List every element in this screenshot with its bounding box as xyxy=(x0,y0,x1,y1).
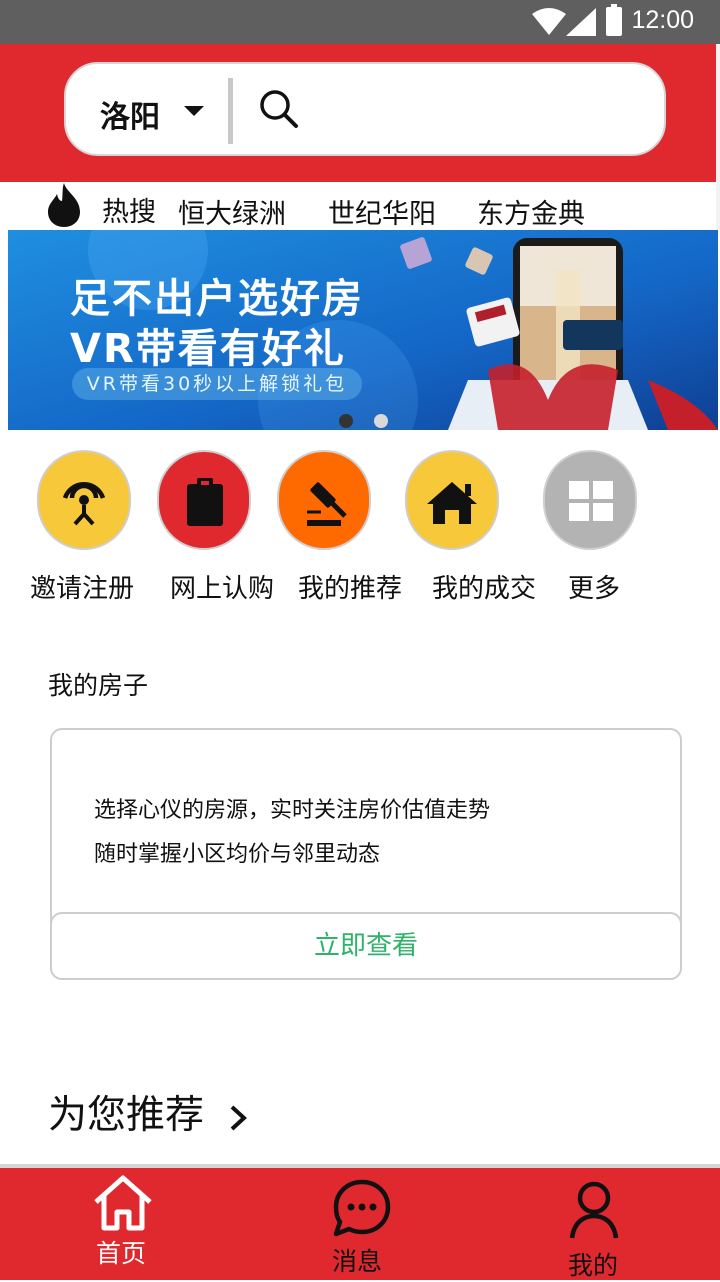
tab-label: 首页 xyxy=(96,1239,147,1268)
bottom-tab-bar: 首页 消息 我的 xyxy=(0,1164,720,1280)
battery-icon xyxy=(606,4,622,36)
quick-action-label: 我的成交 xyxy=(432,574,537,604)
carousel-dot-active[interactable] xyxy=(339,414,353,428)
hot-search-row: 热搜 恒大绿洲 世纪华阳 东方金典 xyxy=(0,182,720,230)
my-house-title: 我的房子 xyxy=(48,671,149,700)
view-now-button[interactable]: 立即查看 xyxy=(50,912,682,980)
my-house-description: 随时掌握小区均价与邻里动态 xyxy=(94,842,381,867)
recommend-header[interactable]: 为您推荐 xyxy=(48,1084,250,1140)
gavel-icon xyxy=(277,450,371,550)
home-icon xyxy=(94,1175,152,1231)
grid-icon xyxy=(543,450,637,550)
promo-banner[interactable]: 足不出户选好房 VR带看有好礼 VR带看30秒以上解锁礼包 xyxy=(8,230,718,430)
status-time: 12:00 xyxy=(631,6,694,34)
chat-bubble-icon xyxy=(333,1179,391,1237)
hot-search-item[interactable]: 东方金典 xyxy=(477,192,585,231)
quick-action-my-deals[interactable]: 我的成交 xyxy=(392,450,536,604)
search-bar[interactable]: 洛阳 xyxy=(64,62,666,156)
quick-action-subscribe[interactable]: 网上认购 xyxy=(144,450,274,604)
hot-search-item[interactable]: 恒大绿洲 xyxy=(178,192,286,231)
recommend-title: 为您推荐 xyxy=(48,1093,205,1138)
tab-home[interactable]: 首页 xyxy=(86,1168,160,1280)
search-divider xyxy=(228,78,233,144)
my-house-card: 选择心仪的房源，实时关注房价估值走势 随时掌握小区均价与邻里动态 立即查看 xyxy=(50,728,682,980)
quick-action-label: 网上认购 xyxy=(170,574,275,604)
banner-title: VR带看有好礼 xyxy=(70,326,346,372)
cellular-signal-icon xyxy=(566,8,596,36)
city-selector[interactable]: 洛阳 xyxy=(100,92,160,136)
quick-action-invite[interactable]: 邀请注册 xyxy=(24,450,144,604)
clipboard-icon xyxy=(157,450,251,550)
tab-label: 我的 xyxy=(568,1251,619,1280)
banner-subtitle: VR带看30秒以上解锁礼包 xyxy=(72,368,362,400)
flame-icon xyxy=(48,183,80,227)
signal-person-icon xyxy=(37,450,131,550)
my-house-description: 选择心仪的房源，实时关注房价估值走势 xyxy=(94,798,491,823)
chevron-right-icon[interactable] xyxy=(226,1103,250,1133)
wifi-icon xyxy=(532,8,566,35)
tab-label: 消息 xyxy=(332,1247,383,1276)
tab-mine[interactable]: 我的 xyxy=(558,1168,632,1280)
carousel-dot[interactable] xyxy=(374,414,388,428)
hot-search-item[interactable]: 世纪华阳 xyxy=(328,192,436,231)
quick-action-more[interactable]: 更多 xyxy=(530,450,650,604)
tab-messages[interactable]: 消息 xyxy=(322,1168,396,1280)
status-bar: 12:00 xyxy=(0,0,720,44)
chevron-down-icon[interactable] xyxy=(184,106,204,116)
quick-action-label: 邀请注册 xyxy=(30,574,135,604)
house-icon xyxy=(405,450,499,550)
quick-action-label: 更多 xyxy=(568,574,621,604)
quick-action-my-recommend[interactable]: 我的推荐 xyxy=(264,450,402,604)
hot-search-label: 热搜 xyxy=(102,197,156,228)
search-icon[interactable] xyxy=(258,88,300,130)
person-icon xyxy=(569,1181,619,1239)
quick-action-label: 我的推荐 xyxy=(298,574,403,604)
